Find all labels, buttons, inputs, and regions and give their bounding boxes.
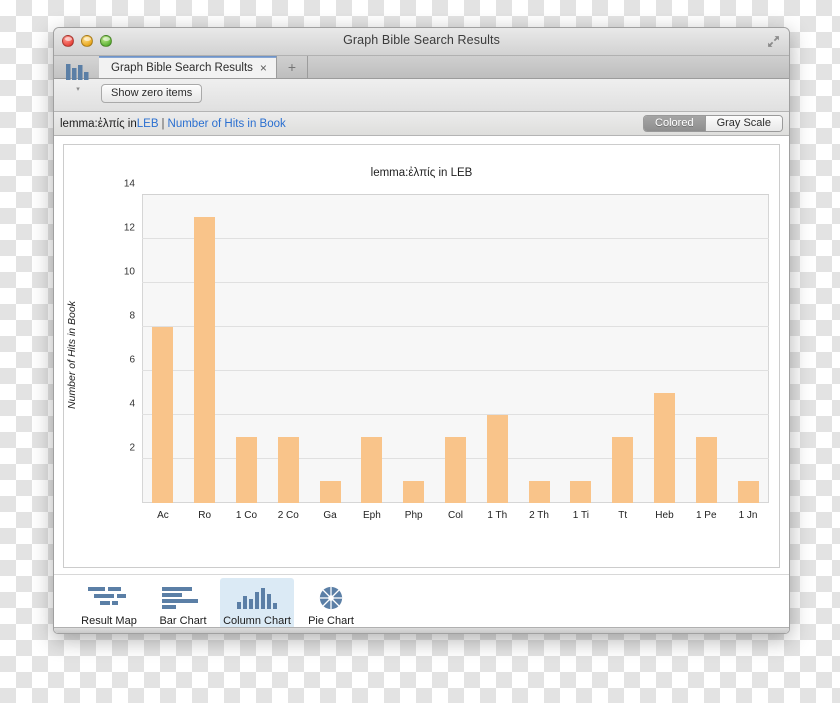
x-axis-tick: Heb xyxy=(655,510,674,521)
y-axis-tick: 6 xyxy=(129,354,135,366)
x-axis-tick: Php xyxy=(404,510,423,521)
bar-slot: 1 Jn xyxy=(727,195,769,521)
bar[interactable] xyxy=(737,481,759,503)
bar-slot: Ro xyxy=(184,195,226,521)
bar[interactable] xyxy=(612,437,634,503)
tab-strip: Graph Bible Search Results × + xyxy=(54,56,789,79)
x-axis-tick: Ga xyxy=(323,510,337,521)
bar-slot: 1 Pe xyxy=(685,195,727,521)
color-mode-colored[interactable]: Colored xyxy=(644,116,705,131)
bar[interactable] xyxy=(486,415,508,503)
x-axis-tick: Ro xyxy=(198,510,212,521)
bar-slot: 1 Ti xyxy=(560,195,602,521)
x-axis-tick: 2 Co xyxy=(277,510,299,521)
bar[interactable] xyxy=(528,481,550,503)
bar-slot: 1 Co xyxy=(226,195,268,521)
tab-close-icon[interactable]: × xyxy=(260,62,267,74)
color-mode-segmented-control: Colored Gray Scale xyxy=(643,115,783,132)
bar[interactable] xyxy=(403,481,425,503)
bar-slot: 1 Th xyxy=(476,195,518,521)
column-chart-icon xyxy=(234,585,280,611)
bars-layer: Ac Ro 1 Co 2 Co Ga Eph Php Col 1 Th 2 Th 1 Ti Tt Heb… xyxy=(142,195,769,521)
pie-chart-icon xyxy=(317,585,345,611)
breadcrumb-separator: | xyxy=(161,117,165,130)
y-axis-tick: 12 xyxy=(123,222,135,234)
chart-type-pie-chart[interactable]: Pie Chart xyxy=(294,578,368,633)
chart-content: lemma:ἐλπίς in LEB Number of Hits in Boo… xyxy=(54,136,789,574)
bar-slot: Tt xyxy=(602,195,644,521)
bar-slot: 2 Th xyxy=(518,195,560,521)
breadcrumb: lemma:ἐλπίς in LEB | Number of Hits in B… xyxy=(54,112,789,136)
x-axis-tick: 1 Jn xyxy=(738,510,758,521)
breadcrumb-link-leb[interactable]: LEB xyxy=(137,118,159,130)
x-axis-tick: 1 Co xyxy=(235,510,258,521)
bar[interactable] xyxy=(152,327,174,503)
y-axis-tick: 10 xyxy=(123,266,135,278)
app-icon-group[interactable]: ▾ xyxy=(60,54,96,93)
y-axis-tick: 8 xyxy=(129,310,135,322)
bar-chart-icon xyxy=(160,585,206,611)
y-axis-tick: 14 xyxy=(123,178,135,190)
tab-label: Graph Bible Search Results xyxy=(111,61,253,74)
window-title: Graph Bible Search Results xyxy=(343,33,500,47)
window-bottom-edge xyxy=(54,627,789,633)
chart-card: lemma:ἐλπίς in LEB Number of Hits in Boo… xyxy=(63,144,780,568)
breadcrumb-link-metric[interactable]: Number of Hits in Book xyxy=(168,118,286,130)
bar-slot: 2 Co xyxy=(267,195,309,521)
bar-slot: Col xyxy=(435,195,477,521)
bar[interactable] xyxy=(695,437,717,503)
y-axis-label: Number of Hits in Book xyxy=(66,301,78,409)
x-axis-tick: Col xyxy=(447,510,463,521)
chart-type-label: Bar Chart xyxy=(159,615,207,627)
show-zero-items-button[interactable]: Show zero items xyxy=(101,84,203,103)
chart-type-result-map[interactable]: Result Map xyxy=(72,578,146,633)
y-axis-tick: 2 xyxy=(129,442,135,454)
app-icon-dropdown-caret[interactable]: ▾ xyxy=(60,86,96,93)
chart-type-label: Column Chart xyxy=(223,615,291,627)
x-axis-tick: Ac xyxy=(157,510,169,521)
bar[interactable] xyxy=(194,217,216,503)
tab-graph-bible-search-results[interactable]: Graph Bible Search Results × xyxy=(99,56,277,78)
x-axis-tick: Eph xyxy=(362,510,381,521)
bar-slot: Php xyxy=(393,195,435,521)
bar[interactable] xyxy=(570,481,592,503)
chart-title: lemma:ἐλπίς in LEB xyxy=(370,167,473,179)
bar-slot: Ga xyxy=(309,195,351,521)
x-axis-tick: 1 Pe xyxy=(695,510,717,521)
bar-slot: Heb xyxy=(644,195,686,521)
tab-strip-filler xyxy=(307,56,789,78)
app-window: Graph Bible Search Results Graph Bible S… xyxy=(53,27,790,634)
result-map-icon xyxy=(86,585,132,611)
expand-arrows-icon[interactable] xyxy=(767,35,780,48)
x-axis-tick: 2 Th xyxy=(529,510,549,521)
color-mode-gray-scale[interactable]: Gray Scale xyxy=(704,116,782,131)
chart-type-bar: Result Map Bar Chart Column Chart Pie Ch… xyxy=(54,574,789,633)
bar-chart-app-icon[interactable] xyxy=(60,54,96,88)
new-tab-button[interactable]: + xyxy=(276,56,308,78)
bar[interactable] xyxy=(277,437,299,503)
x-axis-tick: 1 Ti xyxy=(572,510,589,521)
bar-slot: Ac xyxy=(142,195,184,521)
chart-type-bar-chart[interactable]: Bar Chart xyxy=(146,578,220,633)
y-axis-tick: 4 xyxy=(129,398,135,410)
window-titlebar[interactable]: Graph Bible Search Results xyxy=(54,28,789,56)
breadcrumb-query: lemma:ἐλπίς in xyxy=(60,117,137,130)
bar[interactable] xyxy=(444,437,466,503)
bar-slot: Eph xyxy=(351,195,393,521)
chart-type-label: Result Map xyxy=(81,615,137,627)
chart-type-column-chart[interactable]: Column Chart xyxy=(220,578,294,633)
bar[interactable] xyxy=(235,437,257,503)
toolbar: ▾ Show zero items xyxy=(54,64,789,112)
x-axis-tick: Tt xyxy=(618,510,628,521)
bar[interactable] xyxy=(653,393,675,503)
chart-type-label: Pie Chart xyxy=(308,615,354,627)
x-axis-tick: 1 Th xyxy=(487,510,508,521)
bar[interactable] xyxy=(319,481,341,503)
bar[interactable] xyxy=(361,437,383,503)
plot-area: 14 12 10 8 6 4 2 Ac Ro 1 Co 2 Co Ga Eph Php Col 1 Th 2 … xyxy=(124,179,769,521)
